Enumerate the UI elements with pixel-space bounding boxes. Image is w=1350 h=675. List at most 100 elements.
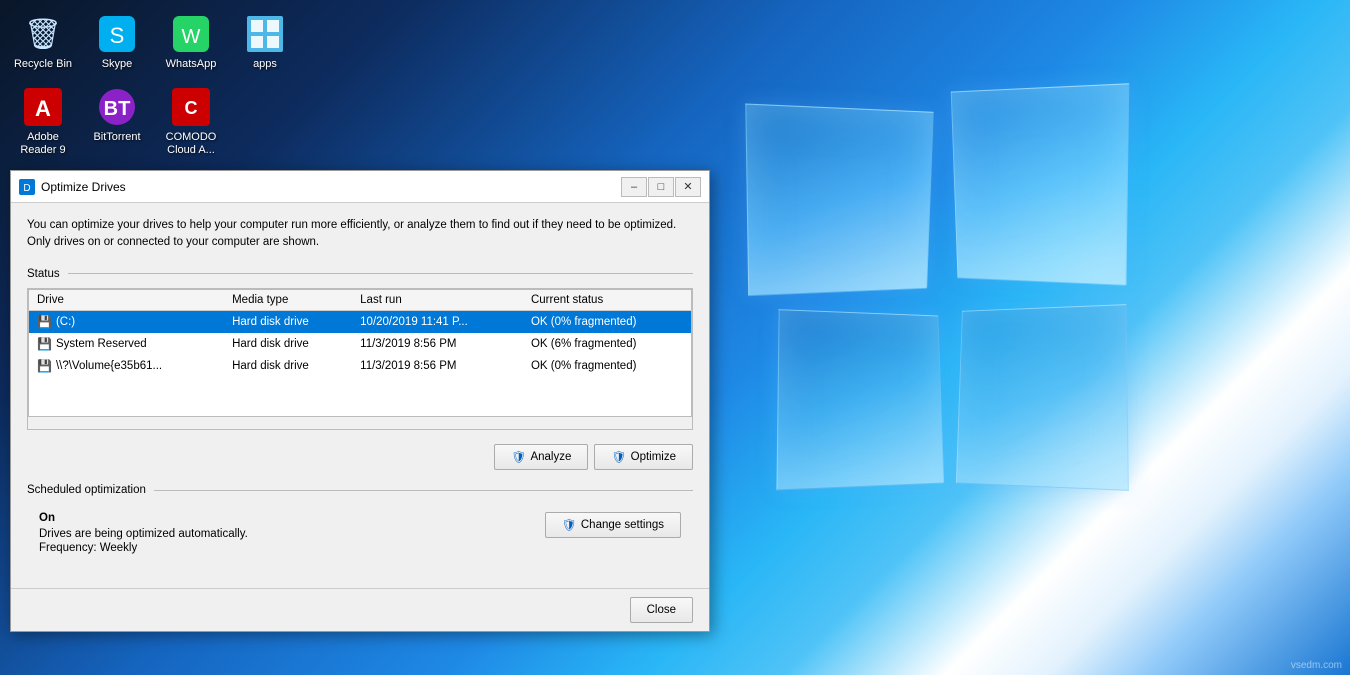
apps-label: apps	[253, 58, 277, 71]
desktop-icon-recycle-bin[interactable]: 🗑 Recycle Bin	[8, 8, 78, 77]
whatsapp-icon: W	[171, 14, 211, 54]
scheduled-label: Scheduled optimization	[27, 484, 146, 496]
svg-text:S: S	[110, 23, 125, 48]
drive-table: Drive Media type Last run Current status…	[28, 289, 692, 418]
table-row[interactable]: 💾 System Reserved Hard disk drive 11/3/2…	[29, 333, 692, 355]
scheduled-description: Drives are being optimized automatically…	[39, 528, 248, 540]
status-label: Status	[27, 268, 60, 280]
desktop-icons: 🗑 Recycle Bin S Skype W	[0, 0, 308, 176]
analyze-label: Analyze	[530, 451, 571, 463]
scheduled-optimization-section: Scheduled optimization On Drives are bei…	[27, 484, 693, 562]
windows-logo-bottom-right	[956, 304, 1129, 491]
comodo-icon: C	[171, 87, 211, 127]
scheduled-frequency: Frequency: Weekly	[39, 542, 248, 554]
last-run-cell: 10/20/2019 11:41 P...	[352, 310, 523, 333]
status-section-header: Status	[27, 268, 693, 280]
last-run-cell: 11/3/2019 8:56 PM	[352, 333, 523, 355]
drive-icon-cell: 💾 (C:)	[37, 315, 216, 329]
titlebar-buttons: – □ ✕	[621, 177, 701, 197]
bittorrent-label: BitTorrent	[93, 131, 140, 144]
windows-logo-bottom-left	[776, 309, 944, 490]
drive-name: \\?\Volume{e35b61...	[56, 360, 162, 372]
drive-cell: 💾 System Reserved	[29, 333, 225, 355]
drive-cell: 💾 (C:)	[29, 310, 225, 333]
drive-name: (C:)	[56, 316, 75, 328]
dialog-title: Optimize Drives	[41, 180, 621, 194]
desktop-icon-skype[interactable]: S Skype	[82, 8, 152, 77]
apps-icon	[245, 14, 285, 54]
scheduled-status: On	[39, 512, 248, 524]
table-header: Drive Media type Last run Current status	[29, 289, 692, 310]
desktop-icon-comodo[interactable]: C COMODO Cloud A...	[156, 81, 226, 163]
last-run-cell: 11/3/2019 8:56 PM	[352, 355, 523, 377]
status-divider	[68, 273, 693, 274]
comodo-label: COMODO Cloud A...	[160, 131, 222, 157]
skype-label: Skype	[102, 58, 133, 71]
drive-table-wrapper: Drive Media type Last run Current status…	[27, 288, 693, 431]
desktop-icon-adobe[interactable]: A Adobe Reader 9	[8, 81, 78, 163]
recycle-bin-label: Recycle Bin	[14, 58, 72, 71]
dialog-footer: Close	[11, 588, 709, 631]
close-window-button[interactable]: ✕	[675, 177, 701, 197]
table-row[interactable]: 💾 (C:) Hard disk drive 10/20/2019 11:41 …	[29, 310, 692, 333]
change-settings-shield-icon: 🛡	[562, 518, 577, 532]
desktop-icon-whatsapp[interactable]: W WhatsApp	[156, 8, 226, 77]
svg-text:W: W	[182, 26, 201, 48]
icon-row-1: 🗑 Recycle Bin S Skype W	[8, 8, 300, 77]
hdd-icon: 💾	[37, 315, 52, 329]
status-cell: OK (6% fragmented)	[523, 333, 692, 355]
optimize-label: Optimize	[631, 451, 676, 463]
analyze-button[interactable]: 🛡 Analyze	[494, 444, 588, 470]
table-body: 💾 (C:) Hard disk drive 10/20/2019 11:41 …	[29, 310, 692, 417]
drive-name: System Reserved	[56, 338, 147, 350]
windows-logo-top-right	[951, 83, 1130, 286]
media-type-cell: Hard disk drive	[224, 310, 352, 333]
col-last-run: Last run	[352, 289, 523, 310]
icon-row-2: A Adobe Reader 9 BT BitTorrent	[8, 81, 300, 163]
table-header-row: Drive Media type Last run Current status	[29, 289, 692, 310]
optimize-button[interactable]: 🛡 Optimize	[594, 444, 693, 470]
maximize-button[interactable]: □	[648, 177, 674, 197]
change-settings-label: Change settings	[581, 519, 664, 531]
media-type-cell: Hard disk drive	[224, 333, 352, 355]
empty-row	[29, 377, 692, 417]
dialog-titlebar[interactable]: D Optimize Drives – □ ✕	[11, 171, 709, 203]
whatsapp-label: WhatsApp	[166, 58, 217, 71]
drive-icon-cell: 💾 \\?\Volume{e35b61...	[37, 359, 216, 373]
windows-logo-top-left	[745, 103, 933, 296]
status-cell: OK (0% fragmented)	[523, 310, 692, 333]
change-settings-button[interactable]: 🛡 Change settings	[545, 512, 681, 538]
close-button[interactable]: Close	[630, 597, 693, 623]
action-buttons: 🛡 Analyze 🛡 Optimize	[27, 444, 693, 470]
watermark: vsedm.com	[1291, 660, 1342, 671]
col-media-type: Media type	[224, 289, 352, 310]
minimize-button[interactable]: –	[621, 177, 647, 197]
optimize-shield-icon: 🛡	[611, 450, 626, 464]
svg-text:A: A	[35, 96, 51, 121]
status-cell: OK (0% fragmented)	[523, 355, 692, 377]
optimize-drives-dialog: D Optimize Drives – □ ✕ You can optimize…	[10, 170, 710, 632]
desktop-icon-apps[interactable]: apps	[230, 8, 300, 77]
scheduled-divider	[154, 490, 693, 491]
desktop-icon-bittorrent[interactable]: BT BitTorrent	[82, 81, 152, 163]
desktop: 🗑 Recycle Bin S Skype W	[0, 0, 1350, 675]
bittorrent-icon: BT	[97, 87, 137, 127]
drive-cell: 💾 \\?\Volume{e35b61...	[29, 355, 225, 377]
dialog-description: You can optimize your drives to help you…	[27, 217, 693, 252]
hdd-icon: 💾	[37, 359, 52, 373]
svg-text:C: C	[185, 98, 198, 118]
table-row[interactable]: 💾 \\?\Volume{e35b61... Hard disk drive 1…	[29, 355, 692, 377]
media-type-cell: Hard disk drive	[224, 355, 352, 377]
recycle-bin-icon: 🗑	[23, 14, 63, 54]
svg-text:D: D	[23, 183, 30, 194]
col-current-status: Current status	[523, 289, 692, 310]
hdd-icon: 💾	[37, 337, 52, 351]
analyze-shield-icon: 🛡	[511, 450, 526, 464]
scheduled-info: On Drives are being optimized automatica…	[39, 512, 248, 554]
scheduled-top-row: On Drives are being optimized automatica…	[39, 512, 681, 554]
scheduled-section-header: Scheduled optimization	[27, 484, 693, 496]
dialog-body: You can optimize your drives to help you…	[11, 203, 709, 588]
scheduled-content: On Drives are being optimized automatica…	[27, 504, 693, 562]
col-drive: Drive	[29, 289, 225, 310]
svg-text:BT: BT	[104, 98, 131, 120]
